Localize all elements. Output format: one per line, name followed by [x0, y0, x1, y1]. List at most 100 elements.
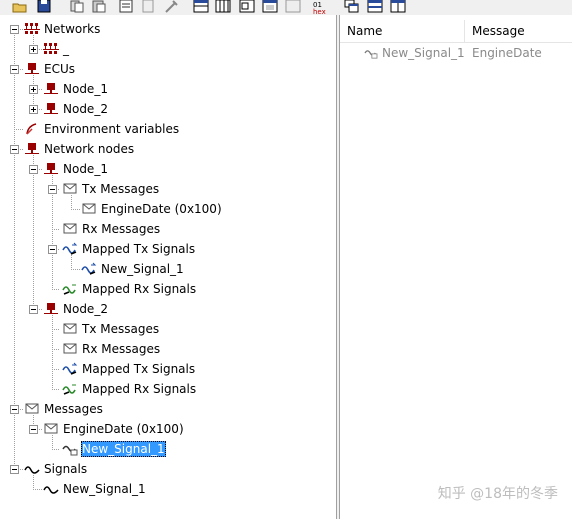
frame-icon[interactable]	[239, 0, 255, 13]
column-header-name[interactable]: Name	[340, 20, 465, 42]
expander-nn1-mapped-tx[interactable]	[48, 245, 57, 254]
tree-item-nn1-tx-engine[interactable]: EngineDate (0x100)	[81, 200, 223, 218]
tree-label: Mapped Rx Signals	[82, 282, 197, 296]
tree-item-msg-engine[interactable]: EngineDate (0x100)	[43, 420, 185, 438]
save-icon[interactable]	[36, 0, 52, 13]
list-header: Name Message	[340, 20, 572, 43]
tree-label: Network nodes	[44, 142, 135, 156]
tree-label: Rx Messages	[82, 222, 161, 236]
expander-network-nodes[interactable]	[10, 145, 19, 154]
message-envelope-icon	[63, 183, 77, 194]
table-icon[interactable]	[193, 0, 209, 13]
doc-icon[interactable]	[140, 0, 156, 13]
ecu-icon	[44, 163, 58, 174]
toolbar: 01 hex	[0, 0, 572, 15]
tree-label: Node_2	[63, 102, 108, 116]
tree-item-networks[interactable]: Networks	[24, 20, 101, 38]
tree-label: Tx Messages	[82, 182, 160, 196]
svg-text:hex: hex	[313, 8, 326, 15]
tree-item-nn-node2[interactable]: Node_2	[43, 300, 109, 318]
tree-item-nn1-rx[interactable]: Rx Messages	[62, 220, 161, 238]
expander-nn1-tx[interactable]	[48, 185, 57, 194]
tree-label: _	[63, 42, 69, 56]
ecu-icon	[25, 63, 39, 74]
image-icon[interactable]	[285, 0, 301, 13]
tree-label-selected: New_Signal_1	[81, 441, 166, 457]
ecu-icon	[44, 103, 58, 114]
columns-icon[interactable]	[215, 0, 231, 13]
tool-icon[interactable]	[163, 0, 179, 13]
message-envelope-icon	[25, 403, 39, 414]
message-envelope-icon	[63, 323, 77, 334]
open-icon[interactable]	[12, 0, 28, 13]
tree-item-network-nodes[interactable]: Network nodes	[24, 140, 135, 158]
tree-label: ECUs	[44, 62, 75, 76]
list-view[interactable]: Name Message New_Signal_1 EngineDate	[340, 15, 572, 519]
split-horizontal-icon[interactable]	[367, 0, 383, 13]
list-row[interactable]: New_Signal_1 EngineDate	[340, 44, 572, 62]
message-envelope-icon	[63, 223, 77, 234]
tree-item-nn2-mapped-rx[interactable]: Mapped Rx Signals	[62, 380, 197, 398]
watermark: 知乎 @18年的冬季	[437, 486, 558, 502]
tree-label: Signals	[44, 462, 88, 476]
tree-label: Networks	[44, 22, 101, 36]
column-header-message[interactable]: Message	[465, 20, 572, 42]
environment-variable-icon	[26, 123, 37, 135]
paste-icon[interactable]	[91, 0, 107, 13]
expander-messages[interactable]	[10, 405, 19, 414]
expander-msg-engine[interactable]	[29, 425, 38, 434]
ecu-icon	[44, 303, 58, 314]
tree-item-nn2-tx[interactable]: Tx Messages	[62, 320, 160, 338]
expander-nn-node2[interactable]	[29, 305, 38, 314]
message-envelope-icon	[82, 203, 96, 214]
tree-label: EngineDate (0x100)	[101, 202, 222, 216]
tree-item-nn1-mapped-rx[interactable]: Mapped Rx Signals	[62, 280, 197, 298]
message-envelope-icon	[63, 343, 77, 354]
list-cell-name: New_Signal_1	[382, 46, 465, 60]
tree-label: Node_2	[63, 302, 108, 316]
tree-item-network[interactable]: _	[43, 40, 70, 58]
expander-ecu-node1[interactable]	[29, 85, 38, 94]
tree-item-nn-node1[interactable]: Node_1	[43, 160, 109, 178]
signal-wave-icon	[43, 486, 59, 494]
mapped-rx-signal-icon	[62, 284, 76, 295]
ecu-icon	[25, 143, 39, 154]
message-envelope-icon	[44, 423, 58, 434]
mapped-tx-signal-icon	[62, 242, 78, 255]
network-icon	[24, 23, 40, 34]
expander-ecus[interactable]	[10, 65, 19, 74]
expander-signals[interactable]	[10, 465, 19, 474]
tree-item-nn2-rx[interactable]: Rx Messages	[62, 340, 161, 358]
signal-in-message-icon	[62, 445, 78, 456]
hex-icon[interactable]: 01 hex	[312, 0, 328, 15]
tree-label: Rx Messages	[82, 342, 161, 356]
expander-ecu-node2[interactable]	[29, 105, 38, 114]
tree-label: New_Signal_1	[101, 262, 184, 276]
mapped-tx-signal-icon	[62, 362, 78, 375]
cascade-icon[interactable]	[344, 0, 360, 13]
tree-label: Mapped Rx Signals	[82, 382, 197, 396]
tree-item-env-vars[interactable]: Environment variables	[24, 120, 180, 138]
properties-icon[interactable]	[118, 0, 134, 13]
tree-item-msg-engine-signal[interactable]: New_Signal_1	[62, 440, 166, 458]
tree-item-signals[interactable]: Signals	[24, 460, 88, 478]
tree-item-ecus[interactable]: ECUs	[24, 60, 76, 78]
tree-view[interactable]: Networks _ ECUs Node_1 Node_2 Environmen…	[0, 15, 336, 519]
expander-networks[interactable]	[10, 25, 19, 34]
tree-item-nn1-tx[interactable]: Tx Messages	[62, 180, 160, 198]
tree-item-ecu-node1[interactable]: Node_1	[43, 80, 109, 98]
tree-item-nn2-mapped-tx[interactable]: Mapped Tx Signals	[62, 360, 196, 378]
signal-wave-icon	[24, 466, 40, 474]
tree-item-nn1-mapped-tx[interactable]: Mapped Tx Signals	[62, 240, 196, 258]
tree-item-ecu-node2[interactable]: Node_2	[43, 100, 109, 118]
tree-item-signal-new[interactable]: New_Signal_1	[43, 480, 147, 498]
copy-icon[interactable]	[69, 0, 85, 13]
split-vertical-icon[interactable]	[390, 0, 406, 13]
window-icon[interactable]	[262, 0, 278, 13]
tree-label: Environment variables	[44, 122, 180, 136]
expander-network-item[interactable]	[29, 45, 38, 54]
tree-item-messages[interactable]: Messages	[24, 400, 104, 418]
tree-item-nn1-mapped-tx-signal[interactable]: New_Signal_1	[81, 260, 185, 278]
tree-label: Messages	[44, 402, 103, 416]
expander-nn-node1[interactable]	[29, 165, 38, 174]
